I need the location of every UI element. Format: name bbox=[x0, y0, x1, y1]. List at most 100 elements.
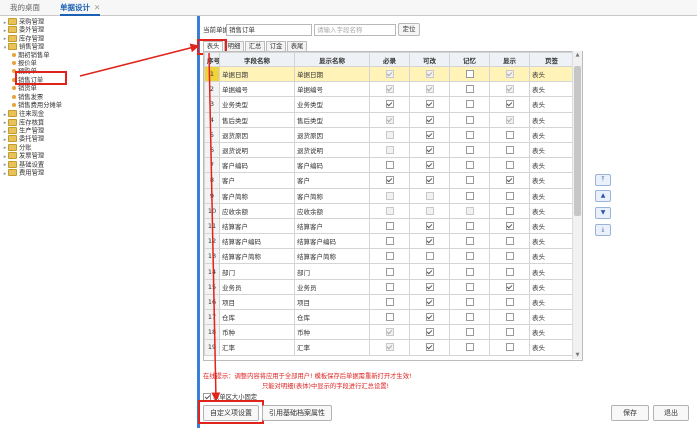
vertical-scrollbar[interactable]: ▲ ▼ bbox=[572, 51, 582, 359]
memory-checkbox[interactable] bbox=[465, 267, 474, 276]
required-checkbox[interactable] bbox=[385, 267, 394, 276]
table-row[interactable]: 11 结算客户 结算客户 表头 bbox=[204, 217, 574, 235]
table-row[interactable]: 10 应收余额 应收余额 表头 bbox=[204, 202, 574, 219]
required-checkbox[interactable] bbox=[385, 100, 394, 109]
visible-checkbox[interactable] bbox=[505, 176, 514, 185]
memory-checkbox[interactable] bbox=[465, 130, 474, 139]
tree-item[interactable]: 销售费用分摊单 bbox=[2, 102, 192, 110]
move-up-icon[interactable]: ▲ bbox=[595, 190, 611, 202]
memory-checkbox[interactable] bbox=[465, 85, 474, 94]
column-header[interactable]: 字段名称 bbox=[219, 52, 295, 67]
visible-checkbox[interactable] bbox=[505, 297, 514, 306]
tree-item[interactable]: 期初销售单 bbox=[2, 52, 192, 60]
required-checkbox[interactable] bbox=[385, 221, 394, 230]
table-row[interactable]: 7 客户编码 客户编码 表头 bbox=[204, 157, 574, 174]
memory-checkbox[interactable] bbox=[465, 282, 474, 291]
tree-folder[interactable]: ▸ 分账 bbox=[2, 143, 192, 152]
tree-folder[interactable]: ▸ 库存核算 bbox=[2, 118, 192, 127]
required-checkbox[interactable] bbox=[385, 237, 394, 246]
scroll-down-icon[interactable]: ▼ bbox=[573, 351, 582, 359]
table-row[interactable]: 9 客户简称 客户简称 表头 bbox=[204, 187, 574, 204]
scroll-thumb[interactable] bbox=[574, 66, 581, 216]
tab-my-desktop[interactable]: 我的桌面 bbox=[10, 2, 40, 14]
editable-checkbox[interactable] bbox=[425, 237, 434, 246]
tree-folder[interactable]: ▸ 发票管理 bbox=[2, 152, 192, 160]
memory-checkbox[interactable] bbox=[465, 191, 474, 200]
locate-button[interactable]: 定位 bbox=[398, 23, 420, 36]
editable-checkbox[interactable] bbox=[425, 313, 434, 322]
exit-button[interactable]: 退出 bbox=[653, 405, 689, 421]
column-header[interactable]: 序号 bbox=[204, 52, 220, 67]
column-header[interactable]: 必录 bbox=[369, 52, 410, 67]
column-header[interactable]: 显示 bbox=[489, 52, 530, 67]
editable-checkbox[interactable] bbox=[425, 343, 434, 352]
memory-checkbox[interactable] bbox=[465, 313, 474, 322]
tree-folder[interactable]: ▸ 库存管理 bbox=[2, 34, 192, 43]
table-row[interactable]: 3 业务类型 业务类型 表头 bbox=[204, 96, 574, 113]
editable-checkbox[interactable] bbox=[425, 328, 434, 337]
required-checkbox[interactable] bbox=[385, 176, 394, 185]
memory-checkbox[interactable] bbox=[465, 70, 474, 79]
memory-checkbox[interactable] bbox=[465, 343, 474, 352]
splitter-bar[interactable] bbox=[197, 16, 200, 428]
memory-checkbox[interactable] bbox=[465, 176, 474, 185]
memory-checkbox[interactable] bbox=[465, 297, 474, 306]
save-button[interactable]: 保存 bbox=[611, 405, 649, 421]
editable-checkbox[interactable] bbox=[425, 100, 434, 109]
editable-checkbox[interactable] bbox=[425, 176, 434, 185]
memory-checkbox[interactable] bbox=[465, 161, 474, 170]
tree-item[interactable]: 销售发票 bbox=[2, 94, 192, 102]
column-header[interactable]: 显示名称 bbox=[294, 52, 370, 67]
visible-checkbox[interactable] bbox=[505, 282, 514, 291]
editable-checkbox[interactable] bbox=[425, 115, 434, 124]
tree-folder[interactable]: ▸ 往来现金 bbox=[2, 110, 192, 118]
column-header[interactable]: 可改 bbox=[409, 52, 450, 67]
visible-checkbox[interactable] bbox=[505, 161, 514, 170]
close-icon[interactable]: ✕ bbox=[94, 3, 100, 12]
table-row[interactable]: 6 退货说明 退货说明 表头 bbox=[204, 141, 574, 159]
tree-folder[interactable]: ▾ 销售管理 bbox=[2, 43, 192, 51]
move-top-icon[interactable]: ⤒ bbox=[595, 174, 611, 186]
visible-checkbox[interactable] bbox=[505, 100, 514, 109]
visible-checkbox[interactable] bbox=[505, 237, 514, 246]
tree-folder[interactable]: ▸ 委托管理 bbox=[2, 135, 192, 143]
table-row[interactable]: 15 业务员 业务员 表头 bbox=[204, 278, 574, 295]
tree-folder[interactable]: ▸ 委外管理 bbox=[2, 26, 192, 34]
table-row[interactable]: 1 单据日期 单据日期 表头 bbox=[204, 65, 574, 83]
editable-checkbox[interactable] bbox=[425, 130, 434, 139]
required-checkbox[interactable] bbox=[385, 252, 394, 261]
memory-checkbox[interactable] bbox=[465, 146, 474, 155]
search-input[interactable]: 请输入字段名称 bbox=[314, 24, 396, 36]
table-row[interactable]: 19 汇率 汇率 表头 bbox=[204, 339, 574, 356]
tree-folder[interactable]: ▸ 基础设置 bbox=[2, 160, 192, 169]
editable-checkbox[interactable] bbox=[425, 221, 434, 230]
visible-checkbox[interactable] bbox=[505, 206, 514, 215]
table-row[interactable]: 4 售后类型 售后类型 表头 bbox=[204, 111, 574, 128]
table-row[interactable]: 12 结算客户编码 结算客户编码 表头 bbox=[204, 233, 574, 250]
move-bottom-icon[interactable]: ⤓ bbox=[595, 224, 611, 236]
column-header[interactable]: 页签 bbox=[529, 52, 574, 67]
required-checkbox[interactable] bbox=[385, 313, 394, 322]
table-row[interactable]: 16 项目 项目 表头 bbox=[204, 293, 574, 311]
visible-checkbox[interactable] bbox=[505, 252, 514, 261]
visible-checkbox[interactable] bbox=[505, 267, 514, 276]
scroll-up-icon[interactable]: ▲ bbox=[573, 51, 582, 59]
table-row[interactable]: 5 退货原因 退货原因 表头 bbox=[204, 126, 574, 143]
tree-item[interactable]: 销货单 bbox=[2, 85, 192, 93]
editable-checkbox[interactable] bbox=[425, 282, 434, 291]
memory-checkbox[interactable] bbox=[465, 100, 474, 109]
table-row[interactable]: 8 客户 客户 表头 bbox=[204, 172, 574, 189]
current-doc-field[interactable]: 销售订单 bbox=[226, 24, 312, 36]
memory-checkbox[interactable] bbox=[465, 237, 474, 246]
editable-checkbox[interactable] bbox=[425, 297, 434, 306]
visible-checkbox[interactable] bbox=[505, 130, 514, 139]
visible-checkbox[interactable] bbox=[505, 313, 514, 322]
memory-checkbox[interactable] bbox=[465, 221, 474, 230]
table-row[interactable]: 17 仓库 仓库 表头 bbox=[204, 308, 574, 326]
editable-checkbox[interactable] bbox=[425, 146, 434, 155]
memory-checkbox[interactable] bbox=[465, 328, 474, 337]
table-row[interactable]: 13 结算客户简称 结算客户简称 表头 bbox=[204, 248, 574, 265]
move-down-icon[interactable]: ▼ bbox=[595, 207, 611, 219]
tab-document-design[interactable]: 单据设计 ✕ bbox=[60, 2, 101, 16]
required-checkbox[interactable] bbox=[385, 297, 394, 306]
